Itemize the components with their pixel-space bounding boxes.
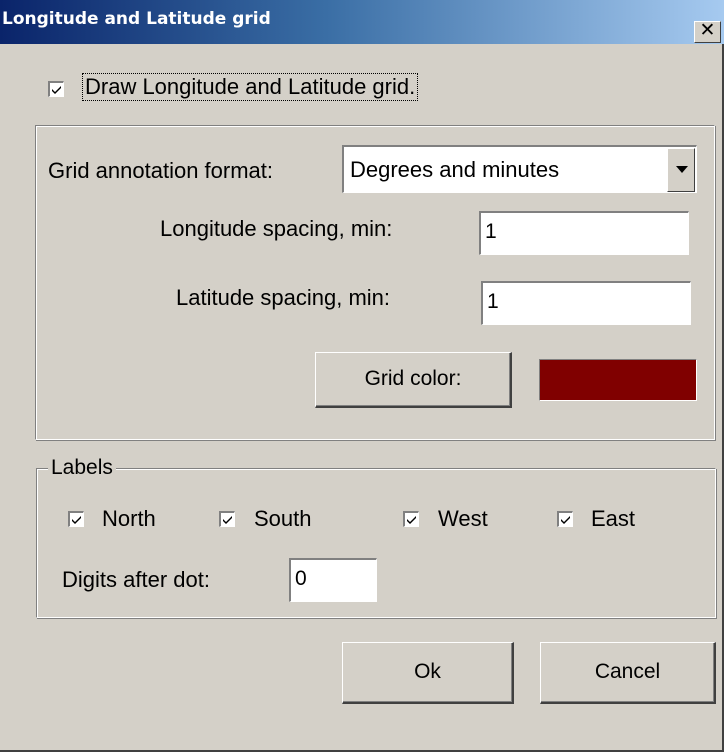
east-checkbox[interactable]	[557, 511, 573, 527]
ok-button[interactable]: Ok	[342, 642, 514, 704]
grid-color-button[interactable]: Grid color:	[315, 352, 512, 408]
cancel-button[interactable]: Cancel	[540, 642, 716, 704]
window-title: Longitude and Latitude grid	[2, 9, 271, 29]
draw-grid-label[interactable]: Draw Longitude and Latitude grid.	[82, 73, 419, 101]
digits-label: Digits after dot:	[62, 567, 210, 592]
draw-grid-checkbox[interactable]	[48, 81, 64, 97]
checkmark-icon	[72, 516, 81, 524]
west-checkbox[interactable]	[403, 511, 419, 527]
format-value: Degrees and minutes	[350, 157, 560, 182]
checkmark-icon	[52, 86, 61, 94]
close-button[interactable]: ✕	[694, 21, 721, 43]
checkmark-icon	[223, 516, 232, 524]
west-label: West	[438, 506, 488, 531]
checkmark-icon	[561, 516, 570, 524]
longitude-spacing-input[interactable]: 1	[479, 211, 689, 255]
dialog-window: Longitude and Latitude grid ✕ Draw Longi…	[0, 0, 724, 752]
format-dropdown[interactable]: Degrees and minutes	[342, 145, 697, 193]
checkmark-icon	[407, 516, 416, 524]
close-icon: ✕	[699, 20, 716, 41]
grid-color-swatch[interactable]	[539, 359, 697, 401]
chevron-down-icon	[676, 166, 688, 173]
south-label: South	[254, 506, 312, 531]
north-label: North	[102, 506, 156, 531]
south-checkbox[interactable]	[219, 511, 235, 527]
format-label: Grid annotation format:	[48, 158, 274, 183]
east-label: East	[591, 506, 636, 531]
digits-input[interactable]: 0	[289, 558, 377, 602]
title-bar[interactable]: Longitude and Latitude grid ✕	[0, 0, 724, 44]
labels-group-title: Labels	[48, 456, 116, 480]
latitude-spacing-input[interactable]: 1	[481, 281, 691, 325]
dropdown-button[interactable]	[667, 148, 695, 192]
longitude-spacing-label: Longitude spacing, min:	[160, 216, 393, 241]
latitude-spacing-label: Latitude spacing, min:	[176, 285, 391, 310]
north-checkbox[interactable]	[68, 511, 84, 527]
